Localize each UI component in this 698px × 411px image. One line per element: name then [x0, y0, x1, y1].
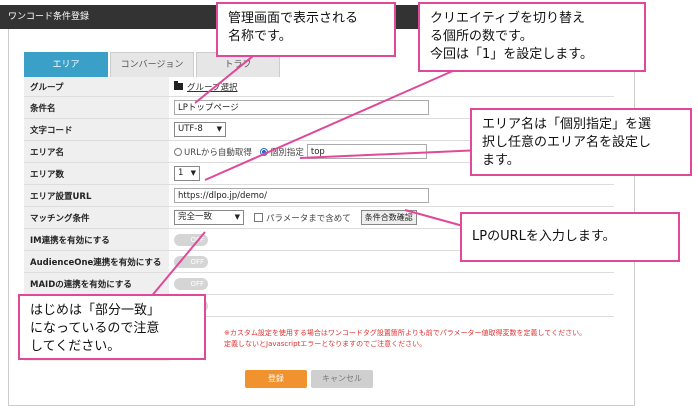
pointer-name [194, 51, 259, 104]
callout-url-description: LPのURLを入力します。 [460, 212, 680, 262]
pointer-matching [149, 231, 206, 299]
callout-matching-warning: はじめは「部分一致」 になっているので注意 してください。 [18, 294, 206, 360]
pointer-count [204, 69, 456, 181]
callout-name-description: 管理画面で表示される 名称です。 [216, 2, 396, 57]
callout-area-name-description: エリア名は「個別指定」を選 択し任意のエリア名を設定し ます。 [470, 108, 692, 176]
callout-area-count-description: クリエイティブを切り替え る個所の数です。 今回は「1」を設定します。 [418, 2, 646, 72]
pointer-area-name [299, 149, 483, 159]
